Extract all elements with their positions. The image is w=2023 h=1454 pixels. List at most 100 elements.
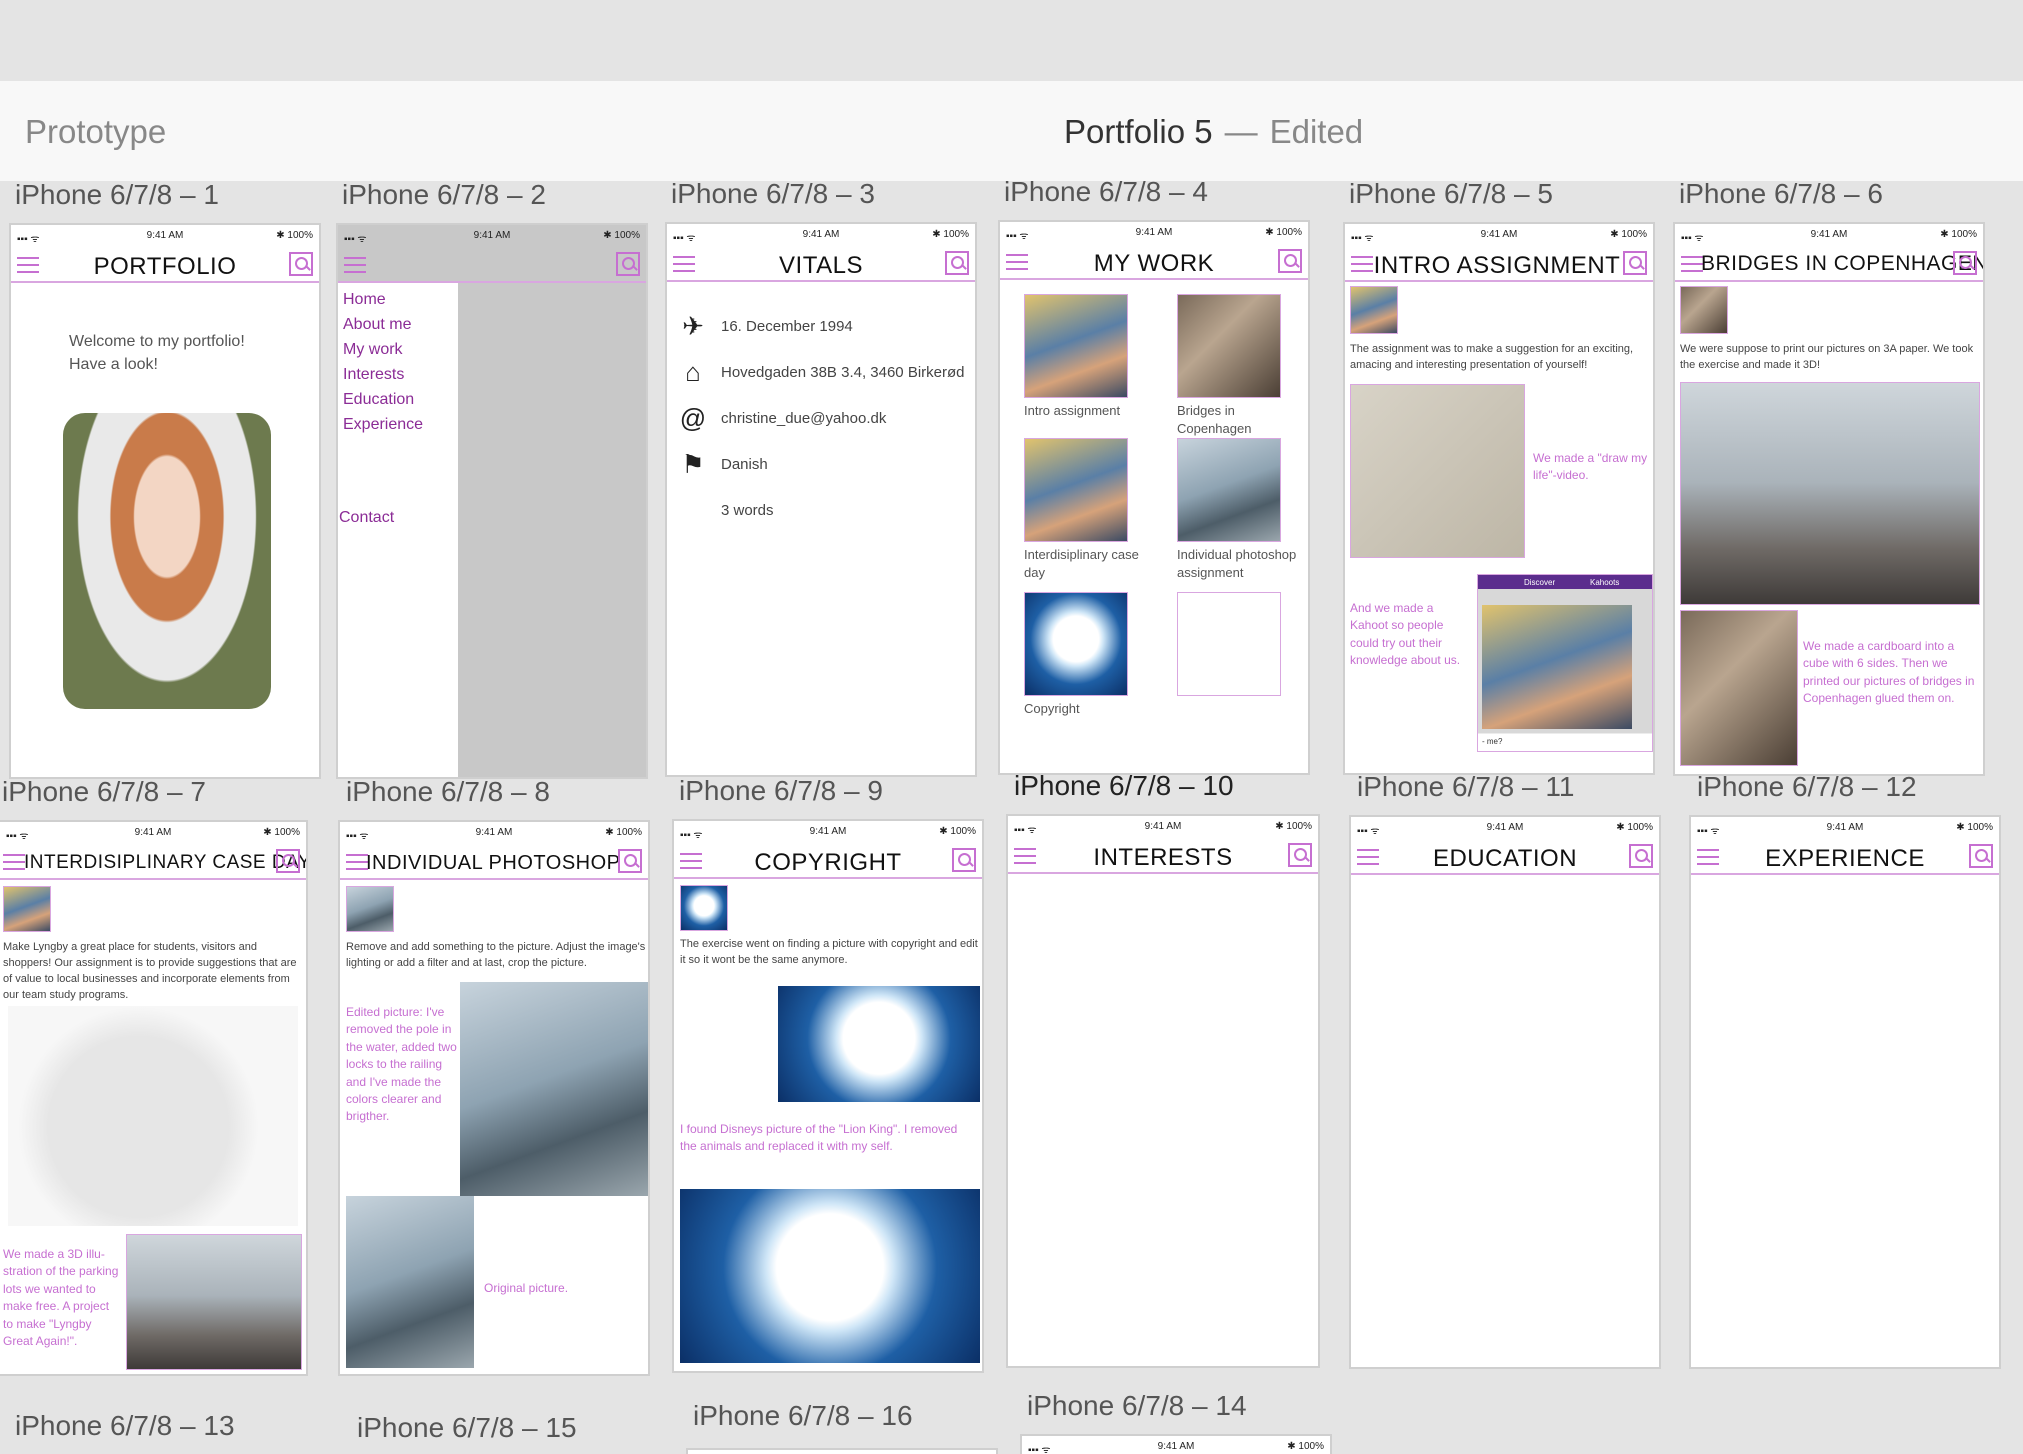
artboard-label[interactable]: iPhone 6/7/8 – 11 — [1357, 771, 1574, 803]
artboard-label[interactable]: iPhone 6/7/8 – 10 — [1014, 770, 1234, 802]
battery-icon: 100% — [287, 230, 313, 241]
artboard-label[interactable]: iPhone 6/7/8 – 13 — [15, 1410, 235, 1442]
page-title: INTERESTS — [1093, 844, 1233, 871]
artboard-intro-assignment[interactable]: ▪▪▪ ᯤ 9:41 AM ✱ 100% INTRO ASSIGNMENT Th… — [1343, 222, 1655, 775]
artboard-education[interactable]: ▪▪▪ ᯤ 9:41 AM ✱ 100% EDUCATION — [1349, 815, 1661, 1369]
vital-words: 3 words — [675, 494, 975, 528]
status-time: 9:41 AM — [1810, 229, 1848, 240]
artboard-label[interactable]: iPhone 6/7/8 – 16 — [693, 1400, 913, 1432]
artboard-label[interactable]: iPhone 6/7/8 – 2 — [342, 179, 546, 211]
bluetooth-icon: ✱ — [276, 230, 285, 241]
menu-item-experience[interactable]: Experience — [343, 412, 423, 437]
artboard-label[interactable]: iPhone 6/7/8 – 8 — [346, 776, 550, 808]
artboard-label[interactable]: iPhone 6/7/8 – 5 — [1349, 178, 1553, 210]
artboard-label[interactable]: iPhone 6/7/8 – 12 — [1697, 771, 1917, 803]
kahoot-screenshot: Discover Kahoots - me? — [1477, 574, 1653, 752]
menu-item-work[interactable]: My work — [343, 337, 423, 362]
battery-icon: 100% — [614, 230, 640, 241]
battery-indicator: ✱ 100% — [1610, 229, 1647, 240]
battery-icon: 100% — [950, 826, 976, 837]
status-bar: ▪▪▪ ᯤ 9:41 AM ✱ 100% — [340, 822, 648, 844]
case-day-note: We made a 3D illu-stration of the parkin… — [3, 1247, 119, 1348]
status-bar: ▪▪▪ ᯤ 9:41 AM ✱ 100% — [1000, 222, 1308, 244]
video-note: We made a "draw my life"-video. — [1533, 451, 1648, 483]
battery-icon: 100% — [616, 827, 642, 838]
artboard-16-partial[interactable] — [686, 1448, 998, 1454]
case-day-description: Make Lyngby a great place for students, … — [3, 941, 297, 1001]
status-time: 9:41 AM — [1480, 229, 1518, 240]
house-icon: ⌂ — [685, 357, 701, 387]
page-title: INTRO ASSIGNMENT — [1373, 252, 1621, 279]
nav-bar: VITALS — [667, 246, 975, 282]
artboard-copyright[interactable]: ▪▪▪ ᯤ 9:41 AM ✱ 100% COPYRIGHT The exerc… — [672, 819, 984, 1373]
hamburger-menu-icon[interactable] — [1681, 256, 1703, 272]
artboard-14-partial[interactable]: ▪▪▪ ᯤ 9:41 AM ✱ 100% — [1020, 1434, 1332, 1454]
search-icon[interactable] — [1288, 843, 1312, 867]
artboard-label[interactable]: iPhone 6/7/8 – 3 — [671, 178, 875, 210]
search-icon[interactable] — [1278, 249, 1302, 273]
copyright-thumbnail[interactable] — [1024, 592, 1128, 696]
artboard-experience[interactable]: ▪▪▪ ᯤ 9:41 AM ✱ 100% EXPERIENCE — [1689, 815, 2001, 1369]
nav-bar: INTERESTS — [1008, 838, 1318, 874]
search-icon[interactable] — [616, 252, 640, 276]
bluetooth-icon: ✱ — [932, 229, 941, 240]
search-icon[interactable] — [952, 848, 976, 872]
status-time: 9:41 AM — [1144, 821, 1182, 832]
artboard-menu[interactable]: ▪▪▪ ᯤ 9:41 AM ✱ 100% Home About me My wo… — [336, 223, 648, 779]
hamburger-menu-icon[interactable] — [346, 854, 368, 870]
artboard-my-work[interactable]: ▪▪▪ ᯤ 9:41 AM ✱ 100% MY WORK Intro assig… — [998, 220, 1310, 775]
hamburger-menu-icon[interactable] — [1351, 256, 1373, 272]
intro-thumbnail — [1350, 286, 1398, 334]
status-time: 9:41 AM — [809, 826, 847, 837]
case-day-thumbnail[interactable] — [1024, 438, 1128, 542]
menu-item-about[interactable]: About me — [343, 312, 423, 337]
kahoot-kahoots-tab: Kahoots — [1590, 578, 1620, 587]
battery-indicator: ✱ 100% — [1940, 229, 1977, 240]
artboard-label[interactable]: iPhone 6/7/8 – 4 — [1004, 176, 1208, 208]
search-icon[interactable] — [289, 252, 313, 276]
artboard-label[interactable]: iPhone 6/7/8 – 15 — [357, 1412, 577, 1444]
bridges-note: We made a cardboard into a cube with 6 s… — [1803, 639, 1975, 706]
bridges-thumbnail[interactable] — [1177, 294, 1281, 398]
artboard-label[interactable]: iPhone 6/7/8 – 7 — [2, 776, 206, 808]
menu-item-home[interactable]: Home — [343, 287, 423, 312]
artboard-label[interactable]: iPhone 6/7/8 – 1 — [15, 179, 219, 211]
search-icon[interactable] — [1953, 251, 1977, 275]
artboard-vitals[interactable]: ▪▪▪ ᯤ 9:41 AM ✱ 100% VITALS ✈ 16. Decembe… — [665, 222, 977, 777]
status-time: 9:41 AM — [1486, 822, 1524, 833]
edit-status: Edited — [1269, 113, 1364, 150]
document-name: Portfolio 5 — [1064, 113, 1213, 150]
artboard-bridges[interactable]: ▪▪▪ ᯤ 9:41 AM ✱ 100% BRIDGES IN COPENHAG… — [1673, 222, 1985, 776]
hamburger-menu-icon[interactable] — [344, 257, 366, 273]
search-icon[interactable] — [618, 849, 642, 873]
menu-item-education[interactable]: Education — [343, 387, 423, 412]
status-time: 9:41 AM — [146, 230, 184, 241]
artboard-photoshop[interactable]: ▪▪▪ ᯤ 9:41 AM ✱ 100% INDIVIDUAL PHOTOSHO… — [338, 820, 650, 1376]
photoshop-thumbnail[interactable] — [1177, 438, 1281, 542]
copyright-note: I found Disneys picture of the "Lion Kin… — [680, 1122, 958, 1154]
artboard-case-day[interactable]: ▪▪▪ ᯤ 9:41 AM ✱ 100% INTERDISIPLINARY CA… — [0, 820, 308, 1376]
artboard-portfolio[interactable]: ▪▪▪ ᯤ 9:41 AM ✱ 100% PORTFOLIO Welcome t… — [9, 223, 321, 779]
bluetooth-icon: ✱ — [1275, 821, 1284, 832]
artboard-interests[interactable]: ▪▪▪ ᯤ 9:41 AM ✱ 100% INTERESTS — [1006, 814, 1320, 1368]
search-icon[interactable] — [1969, 844, 1993, 868]
intro-assignment-thumbnail[interactable] — [1024, 294, 1128, 398]
battery-icon: 100% — [1286, 821, 1312, 832]
artboard-label[interactable]: iPhone 6/7/8 – 6 — [1679, 178, 1883, 210]
search-icon[interactable] — [1629, 844, 1653, 868]
menu-item-interests[interactable]: Interests — [343, 362, 423, 387]
search-icon[interactable] — [945, 251, 969, 275]
hamburger-menu-icon[interactable] — [3, 854, 25, 870]
mode-label[interactable]: Prototype — [25, 113, 166, 151]
menu-item-contact[interactable]: Contact — [339, 505, 394, 530]
empty-thumbnail-slot — [1177, 592, 1281, 696]
nav-bar: COPYRIGHT — [674, 843, 982, 879]
kahoot-question: - me? — [1482, 737, 1503, 746]
artboard-label[interactable]: iPhone 6/7/8 – 14 — [1027, 1390, 1247, 1422]
intro-assignment-caption: Intro assignment — [1024, 403, 1121, 418]
nav-bar: PORTFOLIO — [11, 247, 319, 283]
search-icon[interactable] — [1623, 251, 1647, 275]
artboard-label[interactable]: iPhone 6/7/8 – 9 — [679, 775, 883, 807]
search-icon[interactable] — [276, 849, 300, 873]
battery-indicator: ✱ 100% — [603, 230, 640, 241]
